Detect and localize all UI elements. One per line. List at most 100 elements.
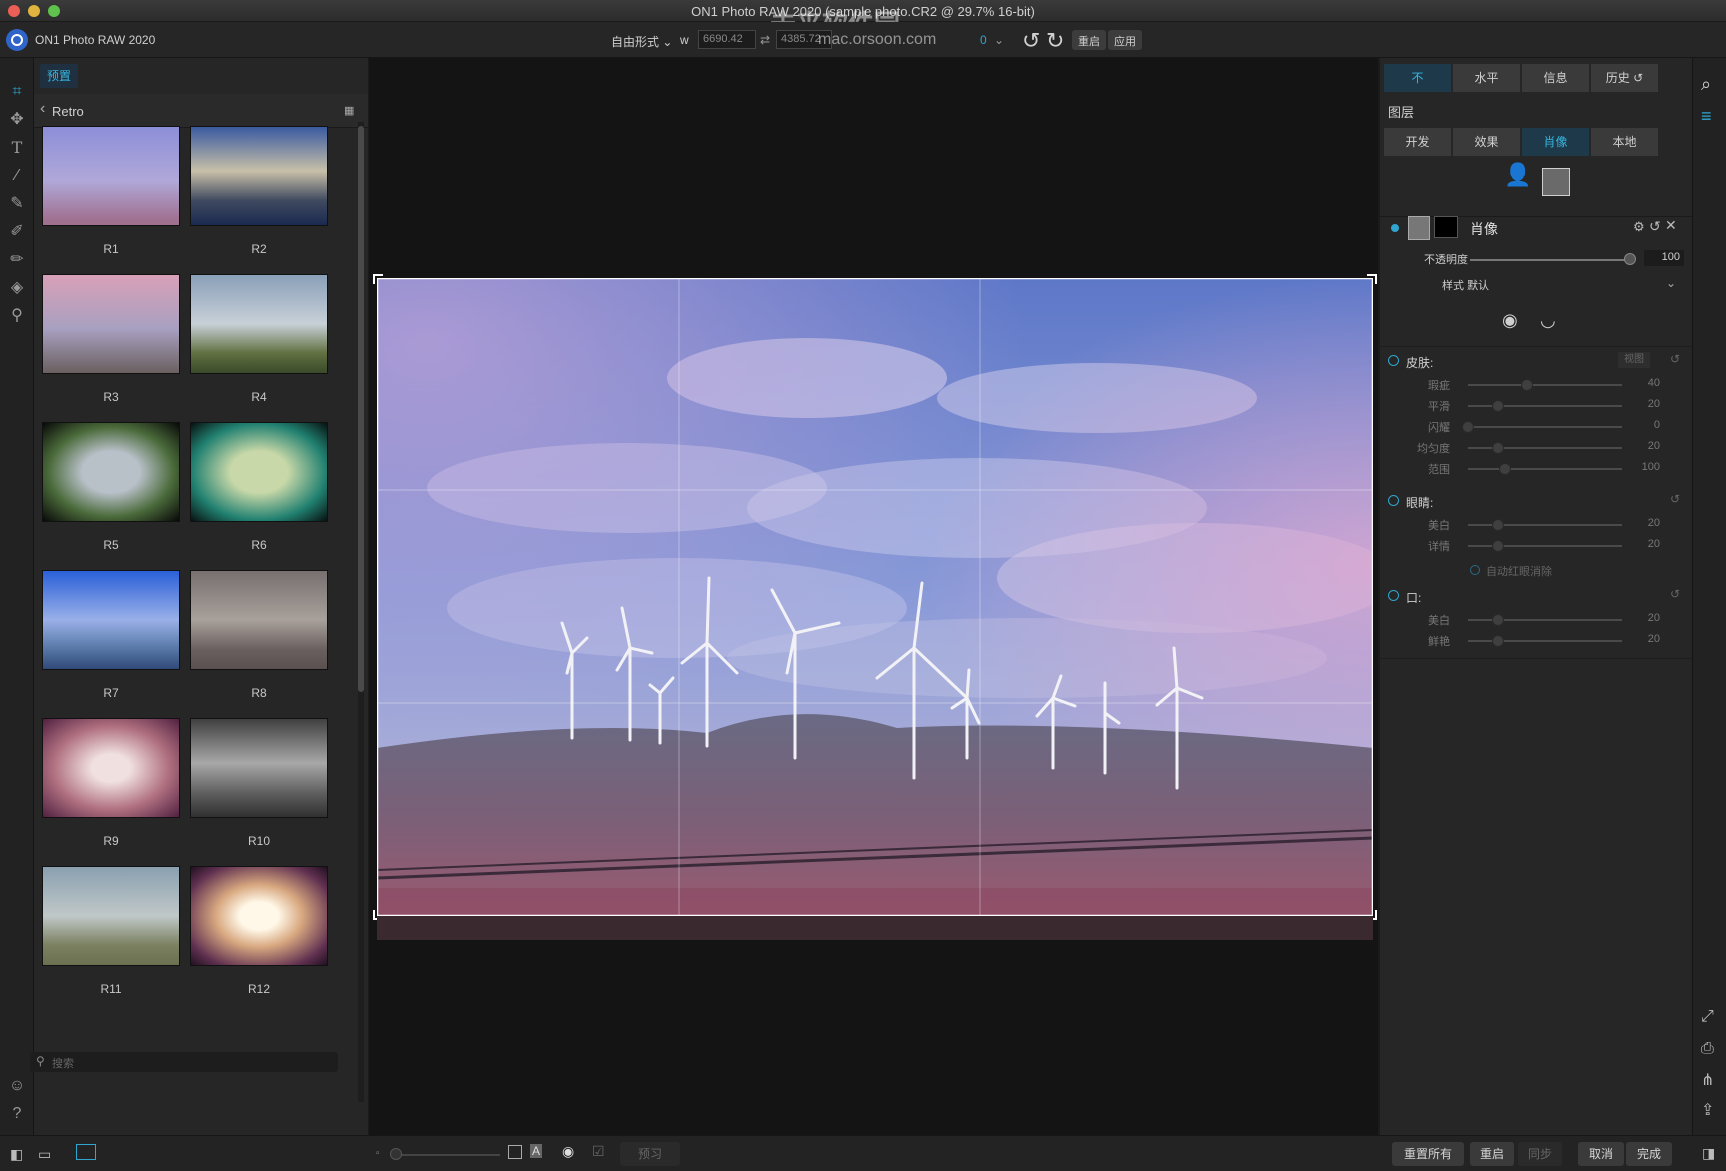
slider-knob[interactable] <box>1521 379 1534 391</box>
preset-thumbnail[interactable] <box>190 274 328 374</box>
width-field[interactable]: 6690.42 <box>698 30 756 49</box>
chevron-down-icon[interactable]: ⌄ <box>1666 276 1676 290</box>
preset-thumbnail[interactable] <box>42 274 180 374</box>
chevron-down-icon[interactable]: ⌄ <box>994 33 1004 47</box>
preset-thumbnail[interactable] <box>190 126 328 226</box>
tab-top[interactable]: 水平 <box>1453 64 1520 92</box>
preset-search-input[interactable]: ⚲ 搜索 <box>30 1052 338 1072</box>
slider-knob[interactable] <box>1491 635 1504 647</box>
layer-mask-thumb[interactable] <box>1434 216 1458 238</box>
tab-top[interactable]: 信息 <box>1522 64 1589 92</box>
reset-button[interactable]: 重启 <box>1072 30 1106 50</box>
filmstrip-icon[interactable]: ▭ <box>38 1146 51 1163</box>
done-button[interactable]: 完成 <box>1626 1142 1672 1166</box>
preset-thumbnail[interactable] <box>190 866 328 966</box>
grid-view-icon[interactable]: ▦ <box>344 104 354 117</box>
reset-all-button[interactable]: 重置所有 <box>1392 1142 1464 1166</box>
zoom-slider[interactable] <box>390 1154 500 1156</box>
preview-button[interactable]: 预习 <box>620 1142 680 1166</box>
back-chevron-icon[interactable]: ‹ <box>40 100 45 118</box>
refine-brush-icon[interactable]: ✐ <box>7 222 27 242</box>
preset-thumbnail[interactable] <box>42 866 180 966</box>
retouch-brush-icon[interactable]: ✏ <box>7 250 27 270</box>
mouth-enable-toggle[interactable] <box>1388 590 1399 601</box>
export-icon[interactable]: ⇪ <box>1701 1100 1714 1120</box>
opacity-slider[interactable] <box>1470 259 1628 261</box>
add-eye-icon[interactable]: ◉ <box>1502 310 1518 331</box>
swap-dimensions-icon[interactable]: ⇄ <box>760 33 770 47</box>
tab-module[interactable]: 肖像 <box>1522 128 1589 156</box>
tab-top[interactable]: 历史 ↺ <box>1591 64 1658 92</box>
crop-handle-top-right[interactable] <box>1367 274 1377 284</box>
sync-button[interactable]: 同步 <box>1518 1142 1562 1166</box>
slider-knob[interactable] <box>1491 540 1504 552</box>
eraser-icon[interactable]: ◈ <box>7 278 27 298</box>
reset-icon[interactable]: ↺ <box>1670 587 1680 601</box>
photo-canvas[interactable] <box>369 58 1378 1135</box>
slider-knob[interactable] <box>1491 614 1504 626</box>
zoom-hand-icon[interactable]: ⚲ <box>7 306 27 326</box>
slider-knob[interactable] <box>1491 400 1504 412</box>
overlay-text-icon[interactable]: A <box>530 1144 543 1158</box>
add-face-icon[interactable]: 👤 <box>1504 162 1531 188</box>
right-panel-toggle-icon[interactable]: ◨ <box>1702 1145 1715 1162</box>
crop-handle-top-left[interactable] <box>373 274 383 284</box>
text-tool-icon[interactable]: T <box>7 138 27 158</box>
skin-enable-toggle[interactable] <box>1388 355 1399 366</box>
rotate-left-icon[interactable]: ↺ <box>1022 28 1040 54</box>
preset-thumbnail[interactable] <box>42 718 180 818</box>
close-icon[interactable]: ✕ <box>1665 217 1677 234</box>
slider-track[interactable] <box>1468 426 1622 428</box>
crop-ratio-dropdown[interactable]: 自由形式 ⌄ <box>611 33 672 50</box>
resize-icon[interactable]: ⤢ <box>1701 1008 1714 1026</box>
apply-button[interactable]: 应用 <box>1108 30 1142 50</box>
zoom-slider-knob[interactable] <box>390 1148 402 1160</box>
brush-tool-icon[interactable]: ⁄ <box>7 166 27 186</box>
tab-module[interactable]: 开发 <box>1384 128 1451 156</box>
redeye-checkbox[interactable] <box>1470 565 1480 575</box>
print-icon[interactable]: ⎙ <box>1701 1040 1714 1058</box>
zoom-max-icon[interactable] <box>508 1145 522 1159</box>
move-tool-icon[interactable]: ✥ <box>7 110 27 130</box>
opacity-slider-knob[interactable] <box>1624 253 1636 265</box>
share-icon[interactable]: ⋔ <box>1701 1070 1714 1090</box>
eyes-enable-toggle[interactable] <box>1388 495 1399 506</box>
slider-knob[interactable] <box>1499 463 1511 475</box>
slider-knob[interactable] <box>1491 442 1504 454</box>
preset-thumbnail[interactable] <box>42 570 180 670</box>
preset-thumbnail[interactable] <box>190 422 328 522</box>
skin-view-button[interactable]: 视图 <box>1618 352 1650 368</box>
histogram-icon[interactable]: ☑ <box>592 1143 605 1160</box>
slider-track[interactable] <box>1468 384 1622 386</box>
add-mouth-icon[interactable]: ◡ <box>1540 310 1556 331</box>
layer-visibility-dot[interactable] <box>1391 224 1399 232</box>
preset-thumbnail[interactable] <box>190 570 328 670</box>
preset-category-header[interactable]: ‹ Retro ▦ <box>34 94 368 128</box>
user-account-icon[interactable]: ☺ <box>7 1076 27 1096</box>
slider-knob[interactable] <box>1462 421 1474 433</box>
rotate-angle-value[interactable]: 0 <box>980 33 987 47</box>
opacity-value[interactable]: 100 <box>1644 250 1684 266</box>
tab-top[interactable]: 不 <box>1384 64 1451 92</box>
cancel-button[interactable]: 取消 <box>1578 1142 1624 1166</box>
preset-thumbnail[interactable] <box>190 718 328 818</box>
panel-toggle-icon[interactable]: ◧ <box>10 1146 23 1163</box>
masking-brush-icon[interactable]: ✎ <box>7 194 27 214</box>
help-icon[interactable]: ? <box>7 1104 27 1124</box>
edit-module-icon[interactable]: ≡ <box>1701 106 1712 127</box>
preset-thumbnail[interactable] <box>42 126 180 226</box>
style-dropdown[interactable]: 样式 默认 <box>1442 277 1489 293</box>
gear-icon[interactable]: ⚙ <box>1633 219 1645 235</box>
layer-thumbnail[interactable] <box>1542 168 1570 196</box>
rotate-right-icon[interactable]: ↻ <box>1046 28 1064 54</box>
single-view-icon[interactable] <box>76 1144 96 1160</box>
reset-button[interactable]: 重启 <box>1470 1142 1514 1166</box>
slider-track[interactable] <box>1468 468 1622 470</box>
tab-module[interactable]: 效果 <box>1453 128 1520 156</box>
reset-icon[interactable]: ↺ <box>1649 218 1661 235</box>
reset-icon[interactable]: ↺ <box>1670 352 1680 366</box>
slider-knob[interactable] <box>1491 519 1504 531</box>
tab-module[interactable]: 本地 <box>1591 128 1658 156</box>
mask-view-icon[interactable]: ◉ <box>562 1143 574 1160</box>
tab-presets[interactable]: 预置 <box>40 64 78 88</box>
